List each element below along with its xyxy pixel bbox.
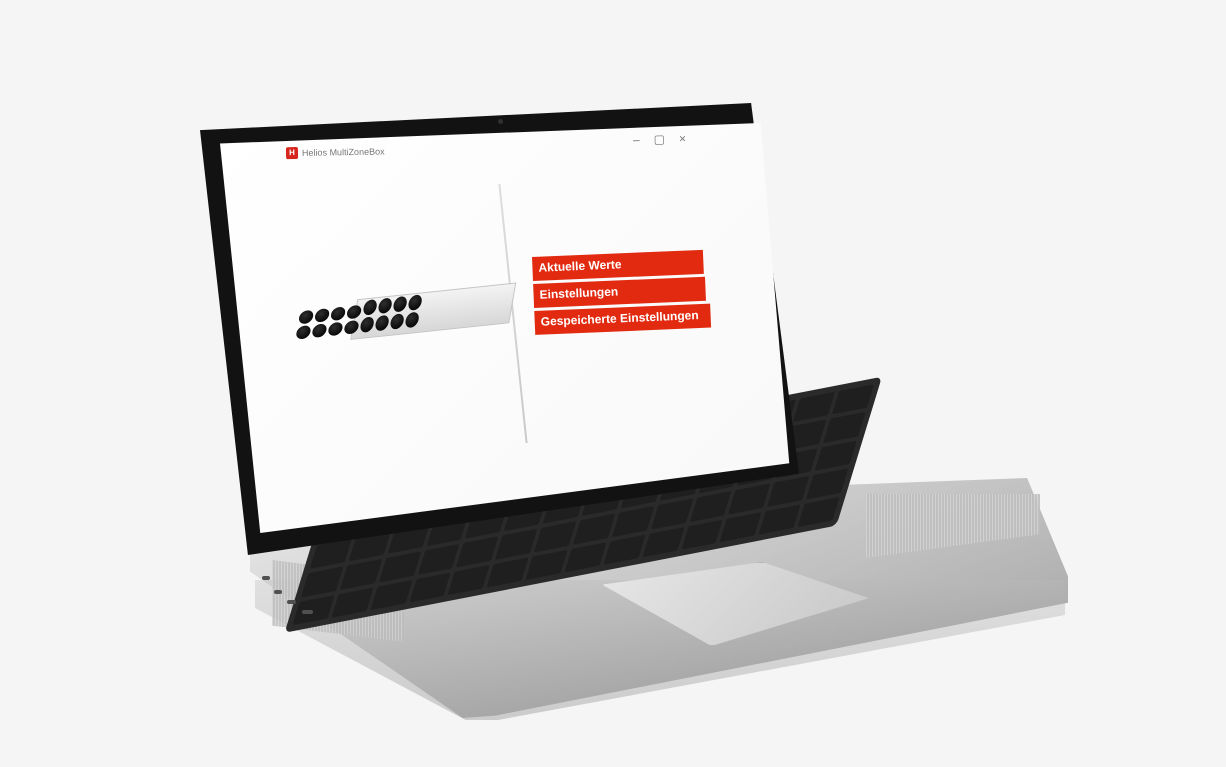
keyboard-key [806,468,849,500]
helios-logo-icon: H [285,147,299,160]
keyboard-key [331,587,374,618]
keyboard-key [681,519,724,550]
duct-connector [362,299,378,316]
main-menu: Aktuelle Werte Einstellungen Gespeichert… [532,249,718,355]
gespeicherte-einstellungen-button[interactable]: Gespeicherte Einstellungen [534,303,712,335]
keyboard-key [292,594,335,626]
keyboard-key [456,536,499,568]
keyboard-key [409,572,452,603]
app-title: Helios MultiZoneBox [301,146,385,158]
keyboard-key [417,543,460,575]
keyboard-key [495,528,538,560]
duct-connector [295,324,312,340]
duct-connector [374,314,390,332]
duct-connector [343,319,360,335]
title-bar: H Helios MultiZoneBox [285,144,426,160]
keyboard-key [301,566,344,598]
keyboard-key [797,496,840,528]
keyboard-key [689,491,732,522]
keyboard-key [642,526,685,558]
keyboard-key [339,559,383,590]
keyboard-key [525,549,568,580]
keyboard-key [823,412,866,443]
close-icon[interactable]: × [679,132,686,146]
duct-connector [297,309,315,325]
duct-connector [392,295,408,313]
duct-connector [377,297,393,315]
duct-connector [389,313,405,330]
duct-connector [311,323,328,339]
maximize-icon[interactable]: ▢ [654,132,666,146]
duct-connector [345,304,363,320]
keyboard-key [758,504,801,535]
usb-port [262,576,270,580]
keyboard-key [793,391,836,423]
keyboard-key [719,511,763,543]
usb-port [302,610,313,614]
duct-connector-group [359,294,423,333]
usb-port [274,590,282,594]
window-controls: – ▢ × [633,131,703,147]
keyboard-key [650,498,693,530]
duct-connector [329,306,347,322]
duct-connector [359,316,375,333]
keyboard-key [814,440,857,471]
keyboard-key [564,541,607,573]
keyboard-key [447,564,491,596]
keyboard-key [378,551,421,583]
webcam-icon [498,119,503,124]
keyboard-key [831,384,875,415]
keyboard-key [611,506,655,537]
einstellungen-button[interactable]: Einstellungen [533,276,706,308]
keyboard-key [767,475,810,507]
keyboard-key [534,521,577,552]
keyboard-key [486,556,529,588]
duct-connector [327,321,344,337]
minimize-icon[interactable]: – [633,133,640,147]
keyboard-key [573,513,616,545]
keyboard-key [370,579,413,611]
duct-connector [313,308,331,323]
usb-port [287,600,296,604]
keyboard-key [603,534,646,565]
keyboard-key [728,483,771,515]
